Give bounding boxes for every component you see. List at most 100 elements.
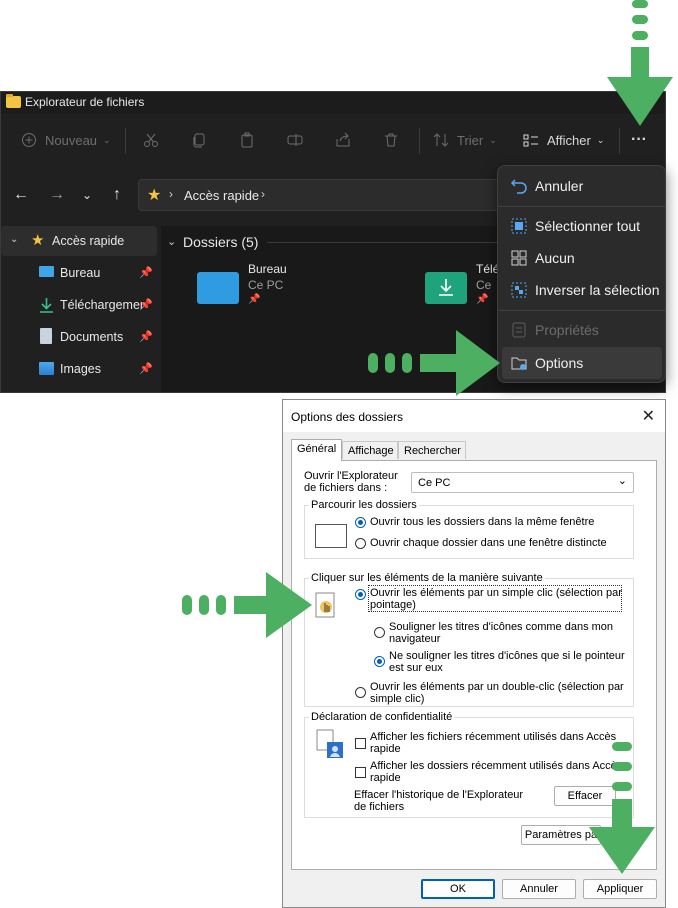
recent-folders-label[interactable]: rapide — [370, 772, 401, 784]
undo-icon — [510, 179, 527, 194]
radio-double-click[interactable] — [355, 687, 366, 698]
recent-chevron-icon[interactable]: ⌄ — [77, 188, 97, 202]
expand-chevron-icon[interactable]: ⌄ — [10, 234, 18, 245]
tab-view[interactable]: Affichage — [342, 441, 398, 459]
sort-label: Trier — [457, 132, 484, 148]
menu-item-label: Aucun — [535, 250, 575, 266]
folder-icon — [6, 94, 21, 108]
sidebar-item-quick-access[interactable]: ⌄ ★ Accès rapide — [1, 226, 157, 256]
radio-same-window[interactable] — [355, 517, 366, 528]
folder-name: Bureau — [248, 262, 287, 276]
breadcrumb-chevron-icon: › — [261, 187, 265, 201]
forward-arrow-icon[interactable]: → — [47, 186, 67, 204]
sidebar-item-label: Bureau — [60, 266, 101, 280]
double-click-label[interactable]: simple clic) — [370, 693, 424, 705]
menu-item-options[interactable]: Options — [502, 347, 662, 379]
recent-files-label[interactable]: Afficher les fichiers récemment utilisés… — [370, 731, 616, 743]
folder-name: Télé — [476, 262, 500, 276]
checkbox-recent-files[interactable] — [355, 738, 366, 749]
underline-browser-label[interactable]: Souligner les titres d'icônes comme dans… — [389, 621, 613, 633]
breadcrumb-location[interactable]: Accès rapide — [184, 188, 259, 203]
underline-browser-label[interactable]: navigateur — [389, 633, 440, 645]
single-click-label[interactable]: pointage) — [370, 599, 416, 611]
scissors-icon — [144, 133, 158, 147]
address-bar[interactable]: ★ › Accès rapide › — [138, 179, 508, 211]
menu-item-undo[interactable]: Annuler — [502, 170, 662, 202]
privacy-group: Déclaration de confidentialité Afficher … — [304, 711, 634, 818]
copy-button[interactable] — [191, 114, 207, 166]
ok-button[interactable]: OK — [421, 879, 495, 899]
divider — [419, 128, 420, 154]
same-window-label[interactable]: Ouvrir tous les dossiers dans la même fe… — [370, 516, 594, 528]
up-arrow-icon[interactable]: ↑ — [107, 186, 127, 204]
pin-icon: 📌 — [139, 363, 153, 375]
rename-button[interactable] — [287, 114, 303, 166]
apply-button[interactable]: Appliquer — [583, 879, 657, 899]
cut-button[interactable] — [143, 114, 159, 166]
menu-item-label: Annuler — [535, 178, 584, 194]
menu-divider — [498, 310, 665, 311]
close-icon[interactable]: ✕ — [642, 406, 655, 426]
annotation-arrow-right-single-click — [182, 572, 312, 638]
recent-files-label[interactable]: rapide — [370, 743, 401, 755]
pin-icon: 📌 — [139, 267, 153, 279]
tab-search[interactable]: Rechercher — [398, 441, 466, 459]
new-button[interactable]: Nouveau ⌄ — [21, 114, 111, 166]
document-icon — [40, 328, 52, 344]
radio-new-window[interactable] — [355, 538, 366, 549]
downloads-folder-icon — [425, 272, 467, 304]
radio-underline-hover[interactable] — [374, 656, 385, 667]
group-caption: Cliquer sur les éléments de la manière s… — [309, 572, 545, 584]
new-label: Nouveau — [45, 132, 98, 148]
menu-item-label: Sélectionner tout — [535, 218, 641, 234]
desktop-folder-icon — [197, 272, 239, 304]
back-arrow-icon[interactable]: ← — [11, 186, 31, 204]
more-icon: ··· — [631, 131, 647, 148]
underline-hover-label[interactable]: Ne souligner les titres d'icônes que si … — [389, 650, 625, 662]
tab-general[interactable]: Général — [291, 439, 342, 461]
dialog-title: Options des dossiers — [291, 410, 404, 424]
cancel-button[interactable]: Annuler — [502, 879, 576, 899]
sidebar-item-pictures[interactable]: Images 📌 — [1, 354, 157, 384]
sort-button[interactable]: Trier ⌄ — [433, 114, 497, 166]
menu-item-label: Inverser la sélection — [535, 282, 660, 298]
divider — [619, 128, 620, 154]
new-window-label[interactable]: Ouvrir chaque dossier dans une fenêtre d… — [370, 537, 607, 549]
browse-folders-group: Parcourir les dossiers Ouvrir tous les d… — [304, 499, 634, 559]
folder-tile-desktop[interactable]: Bureau Ce PC 📌 — [191, 262, 351, 312]
menu-item-invert-selection[interactable]: Inverser la sélection — [502, 274, 662, 306]
recent-folders-label[interactable]: Afficher les dossiers récemment utilisés… — [370, 760, 622, 772]
folder-location: Ce — [476, 278, 492, 292]
sidebar-item-downloads[interactable]: Téléchargements 📌 — [1, 290, 157, 320]
window-preview-icon — [315, 524, 347, 548]
underline-hover-label[interactable]: est sur eux — [389, 662, 443, 674]
menu-item-properties[interactable]: Propriétés — [502, 314, 662, 346]
annotation-arrow-down-apply — [589, 742, 655, 874]
radio-underline-browser[interactable] — [374, 627, 385, 638]
radio-single-click[interactable] — [355, 589, 366, 600]
paste-button[interactable] — [239, 114, 255, 166]
select-none-icon — [511, 250, 527, 266]
sort-icon — [433, 133, 449, 147]
checkbox-recent-folders[interactable] — [355, 767, 366, 778]
collapse-chevron-icon[interactable]: ⌄ — [167, 235, 176, 248]
single-click-label[interactable]: Ouvrir les éléments par un simple clic (… — [370, 587, 622, 599]
group-caption: Parcourir les dossiers — [309, 499, 419, 511]
view-button[interactable]: Afficher ⌄ — [523, 114, 604, 166]
window-title: Explorateur de fichiers — [25, 95, 145, 109]
double-click-label[interactable]: Ouvrir les éléments par un double-clic (… — [370, 681, 624, 693]
folder-tile-downloads[interactable]: Télé Ce 📌 — [419, 262, 509, 312]
pin-icon: 📌 — [476, 294, 489, 305]
menu-item-select-none[interactable]: Aucun — [502, 242, 662, 274]
select-all-icon — [511, 218, 527, 234]
menu-item-select-all[interactable]: Sélectionner tout — [502, 210, 662, 242]
chevron-down-icon: ⌄ — [103, 134, 111, 145]
share-button[interactable] — [335, 114, 351, 166]
delete-button[interactable] — [383, 114, 399, 166]
sidebar-item-documents[interactable]: Documents 📌 — [1, 322, 157, 352]
annotation-arrow-right-options — [368, 330, 500, 396]
open-in-select[interactable]: Ce PC ⌄ — [411, 472, 634, 493]
pin-icon: 📌 — [139, 331, 153, 343]
sidebar-item-desktop[interactable]: Bureau 📌 — [1, 258, 157, 288]
pictures-icon — [39, 362, 54, 375]
